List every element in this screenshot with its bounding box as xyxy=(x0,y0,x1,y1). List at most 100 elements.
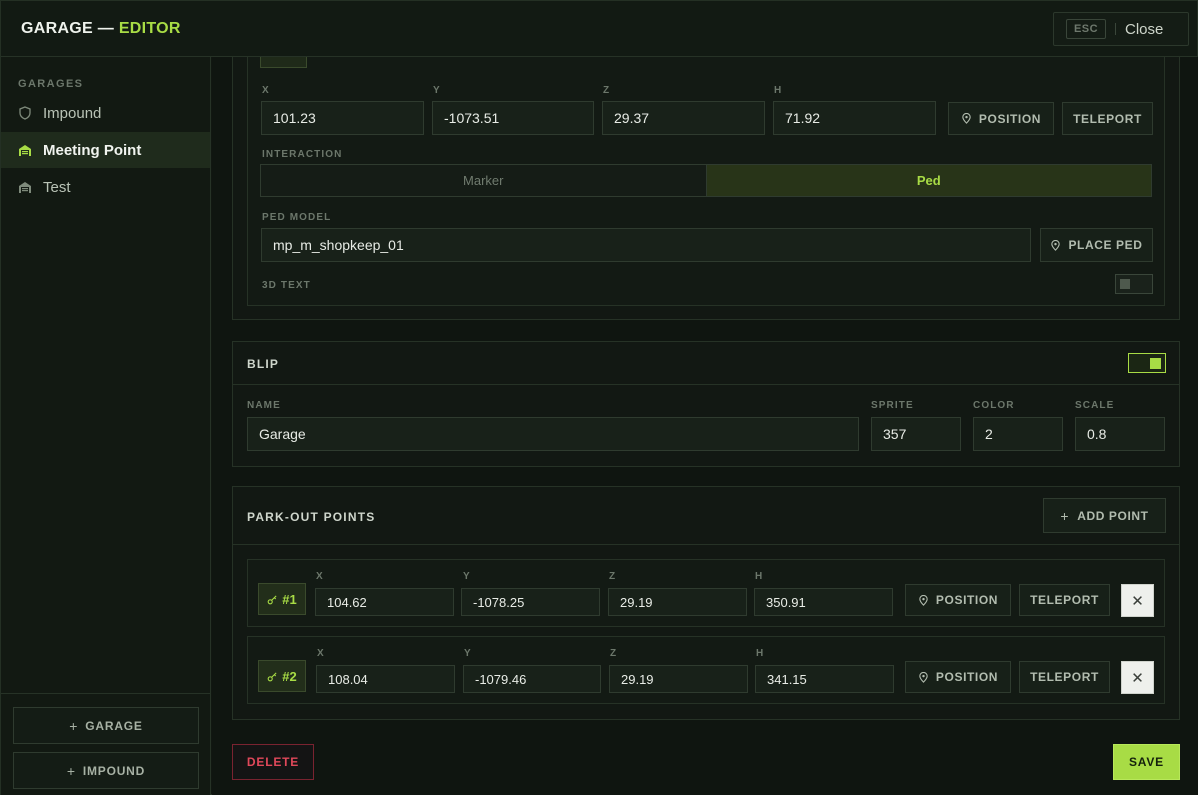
garage-icon xyxy=(18,180,32,194)
y-label: Y xyxy=(433,85,441,96)
h-label: H xyxy=(756,648,765,659)
y-input[interactable]: -1079.46 xyxy=(463,665,601,693)
h-label: H xyxy=(774,85,783,96)
place-ped-label: PLACE PED xyxy=(1068,238,1143,252)
close-icon: ✕ xyxy=(1131,592,1144,610)
blip-title: BLIP xyxy=(247,357,280,371)
sidebar-section-label: GARAGES xyxy=(18,78,84,90)
position-button[interactable]: POSITION xyxy=(905,584,1011,616)
blip-name-input[interactable]: Garage xyxy=(247,417,859,451)
z-label: Z xyxy=(603,85,611,96)
toggle-knob xyxy=(1150,358,1161,369)
place-ped-button[interactable]: PLACE PED xyxy=(1040,228,1153,262)
toggle-knob xyxy=(1120,279,1130,289)
z-input[interactable]: 29.37 xyxy=(602,101,765,135)
close-icon: ✕ xyxy=(1131,669,1144,687)
blip-header: BLIP xyxy=(233,342,1179,385)
x-input[interactable]: 101.23 xyxy=(261,101,424,135)
sidebar: GARAGES Impound Meeting Point Test + GAR… xyxy=(1,57,211,795)
plus-icon: + xyxy=(66,762,76,779)
interaction-option-marker[interactable]: Marker xyxy=(261,165,707,196)
esc-key-badge: ESC xyxy=(1066,19,1106,39)
h-input[interactable]: 71.92 xyxy=(773,101,936,135)
park-out-panel: PARK-OUT POINTS + ADD POINT #1 X 104.62 … xyxy=(232,486,1180,720)
teleport-button[interactable]: TELEPORT xyxy=(1019,584,1110,616)
ped-model-input[interactable]: mp_m_shopkeep_01 xyxy=(261,228,1031,262)
point-number: #2 xyxy=(282,668,297,684)
main-content: X 101.23 Y -1073.51 Z 29.37 H 71.92 POSI… xyxy=(212,57,1198,795)
position-button[interactable]: POSITION xyxy=(905,661,1011,693)
point-tag: #1 xyxy=(258,583,306,615)
point-tag xyxy=(260,57,307,68)
position-label: POSITION xyxy=(935,670,999,684)
y-input[interactable]: -1073.51 xyxy=(432,101,594,135)
page-title: GARAGE — EDITOR xyxy=(21,20,181,38)
y-label: Y xyxy=(464,648,472,659)
blip-scale-input[interactable]: 0.8 xyxy=(1075,417,1165,451)
x-input[interactable]: 104.62 xyxy=(315,588,454,616)
add-impound-label: IMPOUND xyxy=(82,763,146,778)
y-input[interactable]: -1078.25 xyxy=(461,588,600,616)
z-input[interactable]: 29.19 xyxy=(608,588,747,616)
park-out-point: #1 X 104.62 Y -1078.25 Z 29.19 H 350.91 … xyxy=(247,559,1165,627)
z-input[interactable]: 29.19 xyxy=(609,665,748,693)
close-separator xyxy=(1115,23,1116,35)
location-pin-icon xyxy=(919,671,928,683)
z-label: Z xyxy=(609,571,617,582)
interaction-option-ped[interactable]: Ped xyxy=(706,165,1151,196)
header: GARAGE — EDITOR ESC Close xyxy=(1,1,1197,57)
point-number: #1 xyxy=(282,591,297,607)
save-button[interactable]: SAVE xyxy=(1113,744,1180,780)
x-label: X xyxy=(316,571,324,582)
title-prefix: GARAGE — xyxy=(21,20,115,37)
interaction-point-card: X 101.23 Y -1073.51 Z 29.37 H 71.92 POSI… xyxy=(247,57,1165,306)
position-label: POSITION xyxy=(978,111,1042,126)
x-label: X xyxy=(262,85,270,96)
teleport-button[interactable]: TELEPORT xyxy=(1062,102,1153,135)
h-input[interactable]: 350.91 xyxy=(754,588,893,616)
key-icon xyxy=(267,671,277,681)
position-button[interactable]: POSITION xyxy=(948,102,1054,135)
blip-name-label: NAME xyxy=(247,400,281,411)
shield-icon xyxy=(18,106,32,120)
sidebar-item-meeting-point[interactable]: Meeting Point xyxy=(1,132,210,168)
blip-sprite-input[interactable]: 357 xyxy=(871,417,961,451)
close-label: Close xyxy=(1125,20,1164,38)
blip-enabled-toggle[interactable] xyxy=(1128,353,1166,373)
teleport-button[interactable]: TELEPORT xyxy=(1019,661,1110,693)
add-garage-button[interactable]: + GARAGE xyxy=(13,707,199,744)
teleport-label: TELEPORT xyxy=(1030,593,1099,607)
sidebar-item-impound[interactable]: Impound xyxy=(1,95,210,131)
sidebar-item-test[interactable]: Test xyxy=(1,169,210,205)
sidebar-item-label: Meeting Point xyxy=(43,141,142,159)
park-out-header: PARK-OUT POINTS + ADD POINT xyxy=(233,487,1179,545)
close-button[interactable]: ESC Close xyxy=(1053,12,1189,46)
point-tag: #2 xyxy=(258,660,306,692)
h-input[interactable]: 341.15 xyxy=(755,665,894,693)
remove-point-button[interactable]: ✕ xyxy=(1121,584,1154,617)
garage-editor-window: GARAGE — EDITOR ESC Close GARAGES Impoun… xyxy=(0,0,1198,795)
add-point-label: ADD POINT xyxy=(1077,508,1149,523)
position-label: POSITION xyxy=(935,593,999,607)
remove-point-button[interactable]: ✕ xyxy=(1121,661,1154,694)
blip-scale-label: SCALE xyxy=(1075,400,1115,411)
add-point-button[interactable]: + ADD POINT xyxy=(1043,498,1166,533)
add-garage-label: GARAGE xyxy=(85,718,143,733)
delete-button[interactable]: DELETE xyxy=(232,744,314,780)
title-accent: EDITOR xyxy=(118,20,181,37)
text3d-toggle[interactable] xyxy=(1115,274,1153,294)
plus-icon: + xyxy=(1060,507,1070,524)
sidebar-item-label: Impound xyxy=(43,104,102,122)
key-icon xyxy=(267,594,277,604)
garage-icon xyxy=(18,143,32,157)
interaction-panel: X 101.23 Y -1073.51 Z 29.37 H 71.92 POSI… xyxy=(232,57,1180,320)
plus-icon: + xyxy=(69,717,79,734)
x-input[interactable]: 108.04 xyxy=(316,665,455,693)
blip-color-input[interactable]: 2 xyxy=(973,417,1063,451)
blip-sprite-label: SPRITE xyxy=(871,400,914,411)
add-impound-button[interactable]: + IMPOUND xyxy=(13,752,199,789)
location-pin-icon xyxy=(962,113,971,124)
park-out-title: PARK-OUT POINTS xyxy=(247,510,376,524)
location-pin-icon xyxy=(919,594,928,606)
x-label: X xyxy=(317,648,325,659)
